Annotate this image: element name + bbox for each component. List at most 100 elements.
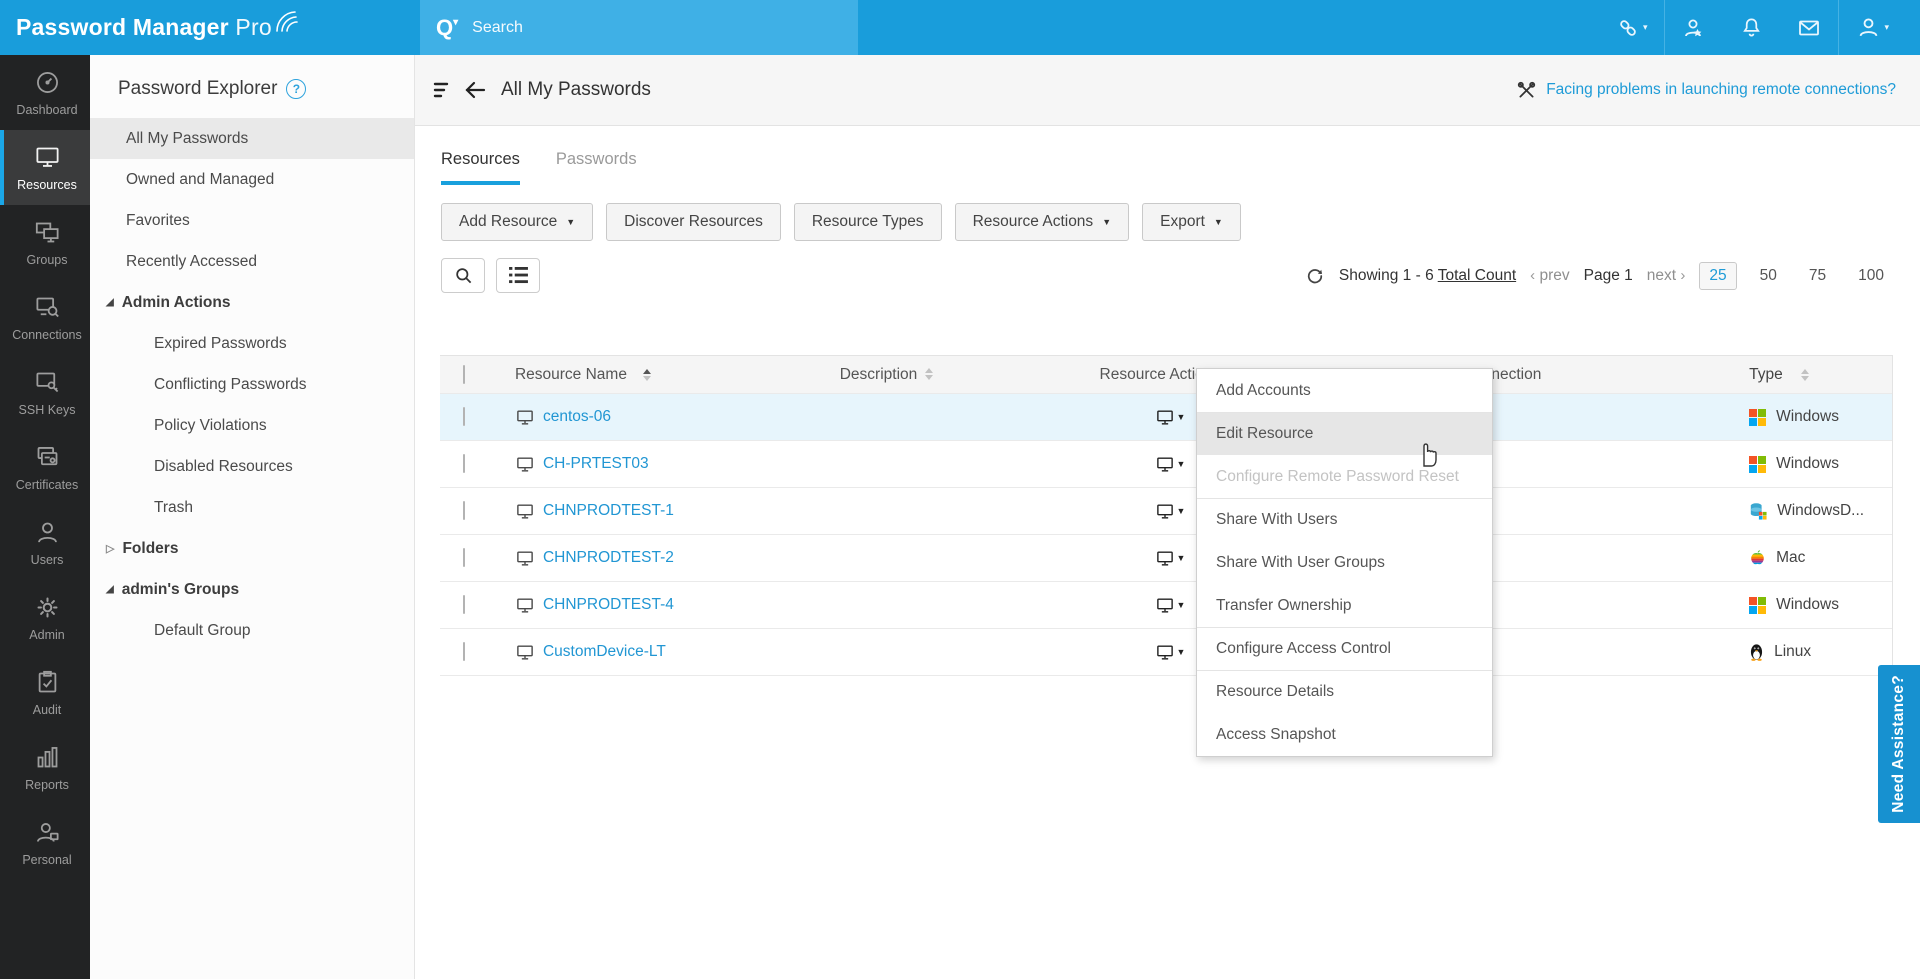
table-row[interactable]: centos-06 ▼ Windows: [440, 394, 1892, 441]
help-icon[interactable]: ?: [286, 79, 307, 99]
bar-chart-icon: [37, 746, 57, 767]
resource-types-button[interactable]: Resource Types: [793, 203, 942, 241]
user-menu-icon[interactable]: ▾: [1839, 0, 1906, 55]
explorer-group-admin-actions[interactable]: ◢ Admin Actions: [90, 282, 414, 323]
table-row[interactable]: CHNPRODTEST-4 ▼ Windows: [440, 582, 1892, 629]
table-row[interactable]: CH-PRTEST03 ▼ Windows: [440, 441, 1892, 488]
sidebar-item-ssh-keys[interactable]: SSH Keys: [0, 355, 90, 430]
page-size-25[interactable]: 25: [1699, 261, 1737, 290]
sort-icon[interactable]: [1800, 368, 1809, 381]
sidebar-item-connections[interactable]: Connections: [0, 280, 90, 355]
chevron-down-icon: ▼: [566, 217, 576, 227]
menu-item-edit-resource[interactable]: Edit Resource: [1197, 412, 1492, 455]
explorer-item-owned-and-managed[interactable]: Owned and Managed: [90, 159, 414, 200]
explorer-item-policy-violations[interactable]: Policy Violations: [90, 405, 414, 446]
search-scope-icon[interactable]: Q ▾: [436, 15, 458, 41]
need-assistance-tab[interactable]: Need Assistance?: [1878, 665, 1920, 823]
expanded-triangle-icon: ◢: [106, 297, 114, 308]
user-star-icon[interactable]: [1665, 0, 1723, 55]
menu-item-configure-access-control[interactable]: Configure Access Control: [1197, 627, 1492, 670]
sidebar-item-audit[interactable]: Audit: [0, 655, 90, 730]
select-all-checkbox[interactable]: [463, 364, 465, 384]
collapse-menu-icon[interactable]: [433, 80, 455, 100]
explorer-group-folders[interactable]: ▷ Folders: [90, 528, 414, 569]
resource-link[interactable]: CH-PRTEST03: [543, 455, 649, 473]
column-header-type[interactable]: Type: [1749, 366, 1892, 384]
monitor-icon: [517, 644, 533, 660]
explorer-item-recently-accessed[interactable]: Recently Accessed: [90, 241, 414, 282]
sidebar-item-admin[interactable]: Admin: [0, 580, 90, 655]
menu-item-resource-details[interactable]: Resource Details: [1197, 670, 1492, 713]
gear-icon: [36, 596, 58, 618]
resource-actions-menu-icon[interactable]: ▼: [1155, 455, 1185, 474]
search-toggle-button[interactable]: [441, 258, 485, 293]
menu-item-share-with-user-groups[interactable]: Share With User Groups: [1197, 541, 1492, 584]
resource-actions-button[interactable]: Resource Actions ▼: [954, 203, 1130, 241]
notifications-icon[interactable]: [1723, 0, 1780, 55]
resource-link[interactable]: CHNPRODTEST-2: [543, 549, 674, 567]
explorer-item-conflicting-passwords[interactable]: Conflicting Passwords: [90, 364, 414, 405]
refresh-icon[interactable]: [1305, 266, 1325, 286]
list-view-button[interactable]: [496, 258, 540, 293]
tab-passwords[interactable]: Passwords: [556, 150, 637, 185]
resource-link[interactable]: CHNPRODTEST-1: [543, 502, 674, 520]
tab-resources[interactable]: Resources: [441, 150, 520, 185]
back-arrow-icon[interactable]: [463, 80, 487, 100]
table-row[interactable]: CustomDevice-LT ▼ Linux: [440, 629, 1892, 676]
remote-connection-help-link[interactable]: Facing problems in launching remote conn…: [1516, 80, 1896, 101]
mail-icon[interactable]: [1780, 0, 1838, 55]
page-size-75[interactable]: 75: [1800, 263, 1835, 289]
export-button[interactable]: Export ▼: [1142, 203, 1241, 241]
sidebar-item-personal[interactable]: Personal: [0, 805, 90, 880]
menu-item-share-with-users[interactable]: Share With Users: [1197, 498, 1492, 541]
search-input[interactable]: [472, 18, 773, 37]
explorer-group-admins-groups[interactable]: ◢ admin's Groups: [90, 569, 414, 610]
row-checkbox[interactable]: [463, 501, 465, 520]
resource-link[interactable]: centos-06: [543, 408, 611, 426]
resource-link[interactable]: CustomDevice-LT: [543, 643, 666, 661]
sidebar-item-groups[interactable]: Groups: [0, 205, 90, 280]
sidebar-item-dashboard[interactable]: Dashboard: [0, 55, 90, 130]
menu-item-add-accounts[interactable]: Add Accounts: [1197, 369, 1492, 412]
menu-item-configure-remote-password-reset[interactable]: Configure Remote Password Reset: [1197, 455, 1492, 498]
sidebar-item-certificates[interactable]: Certificates: [0, 430, 90, 505]
page-size-50[interactable]: 50: [1751, 263, 1786, 289]
prev-button[interactable]: ‹ prev: [1530, 267, 1569, 285]
column-header-resource-name[interactable]: Resource Name: [515, 366, 840, 384]
sort-icon[interactable]: [642, 368, 651, 381]
explorer-item-default-group[interactable]: Default Group: [90, 610, 414, 651]
resource-actions-menu-icon[interactable]: ▼: [1155, 643, 1185, 662]
row-checkbox[interactable]: [463, 407, 465, 426]
menu-item-transfer-ownership[interactable]: Transfer Ownership: [1197, 584, 1492, 627]
resource-actions-menu-icon[interactable]: ▼: [1155, 596, 1185, 615]
column-header-description[interactable]: Description: [840, 366, 1100, 384]
explorer-item-all-my-passwords[interactable]: All My Passwords: [90, 118, 414, 159]
sort-icon[interactable]: [925, 368, 934, 381]
page-size-100[interactable]: 100: [1849, 263, 1893, 289]
row-checkbox[interactable]: [463, 642, 465, 661]
total-count-link[interactable]: Total Count: [1438, 267, 1516, 284]
password-explorer-panel: Password Explorer ? All My Passwords Own…: [90, 55, 415, 979]
resource-actions-menu-icon[interactable]: ▼: [1155, 502, 1185, 521]
row-checkbox[interactable]: [463, 548, 465, 567]
table-row[interactable]: CHNPRODTEST-1 ▼ WindowsD...: [440, 488, 1892, 535]
link-dropdown-icon[interactable]: ▾: [1599, 0, 1665, 55]
explorer-item-favorites[interactable]: Favorites: [90, 200, 414, 241]
row-checkbox[interactable]: [463, 595, 465, 614]
sidebar-item-users[interactable]: Users: [0, 505, 90, 580]
row-checkbox[interactable]: [463, 454, 465, 473]
explorer-item-expired-passwords[interactable]: Expired Passwords: [90, 323, 414, 364]
resource-actions-menu-icon[interactable]: ▼: [1155, 549, 1185, 568]
explorer-item-disabled-resources[interactable]: Disabled Resources: [90, 446, 414, 487]
explorer-item-trash[interactable]: Trash: [90, 487, 414, 528]
sidebar-item-resources[interactable]: Resources: [0, 130, 90, 205]
sidebar-item-reports[interactable]: Reports: [0, 730, 90, 805]
next-button[interactable]: next ›: [1647, 267, 1686, 285]
type-cell: WindowsD...: [1749, 502, 1892, 520]
resource-actions-menu-icon[interactable]: ▼: [1155, 408, 1185, 427]
menu-item-access-snapshot[interactable]: Access Snapshot: [1197, 713, 1492, 756]
resource-link[interactable]: CHNPRODTEST-4: [543, 596, 674, 614]
table-row[interactable]: CHNPRODTEST-2 ▼ Mac: [440, 535, 1892, 582]
add-resource-button[interactable]: Add Resource ▼: [441, 203, 594, 241]
discover-resources-button[interactable]: Discover Resources: [606, 203, 781, 241]
